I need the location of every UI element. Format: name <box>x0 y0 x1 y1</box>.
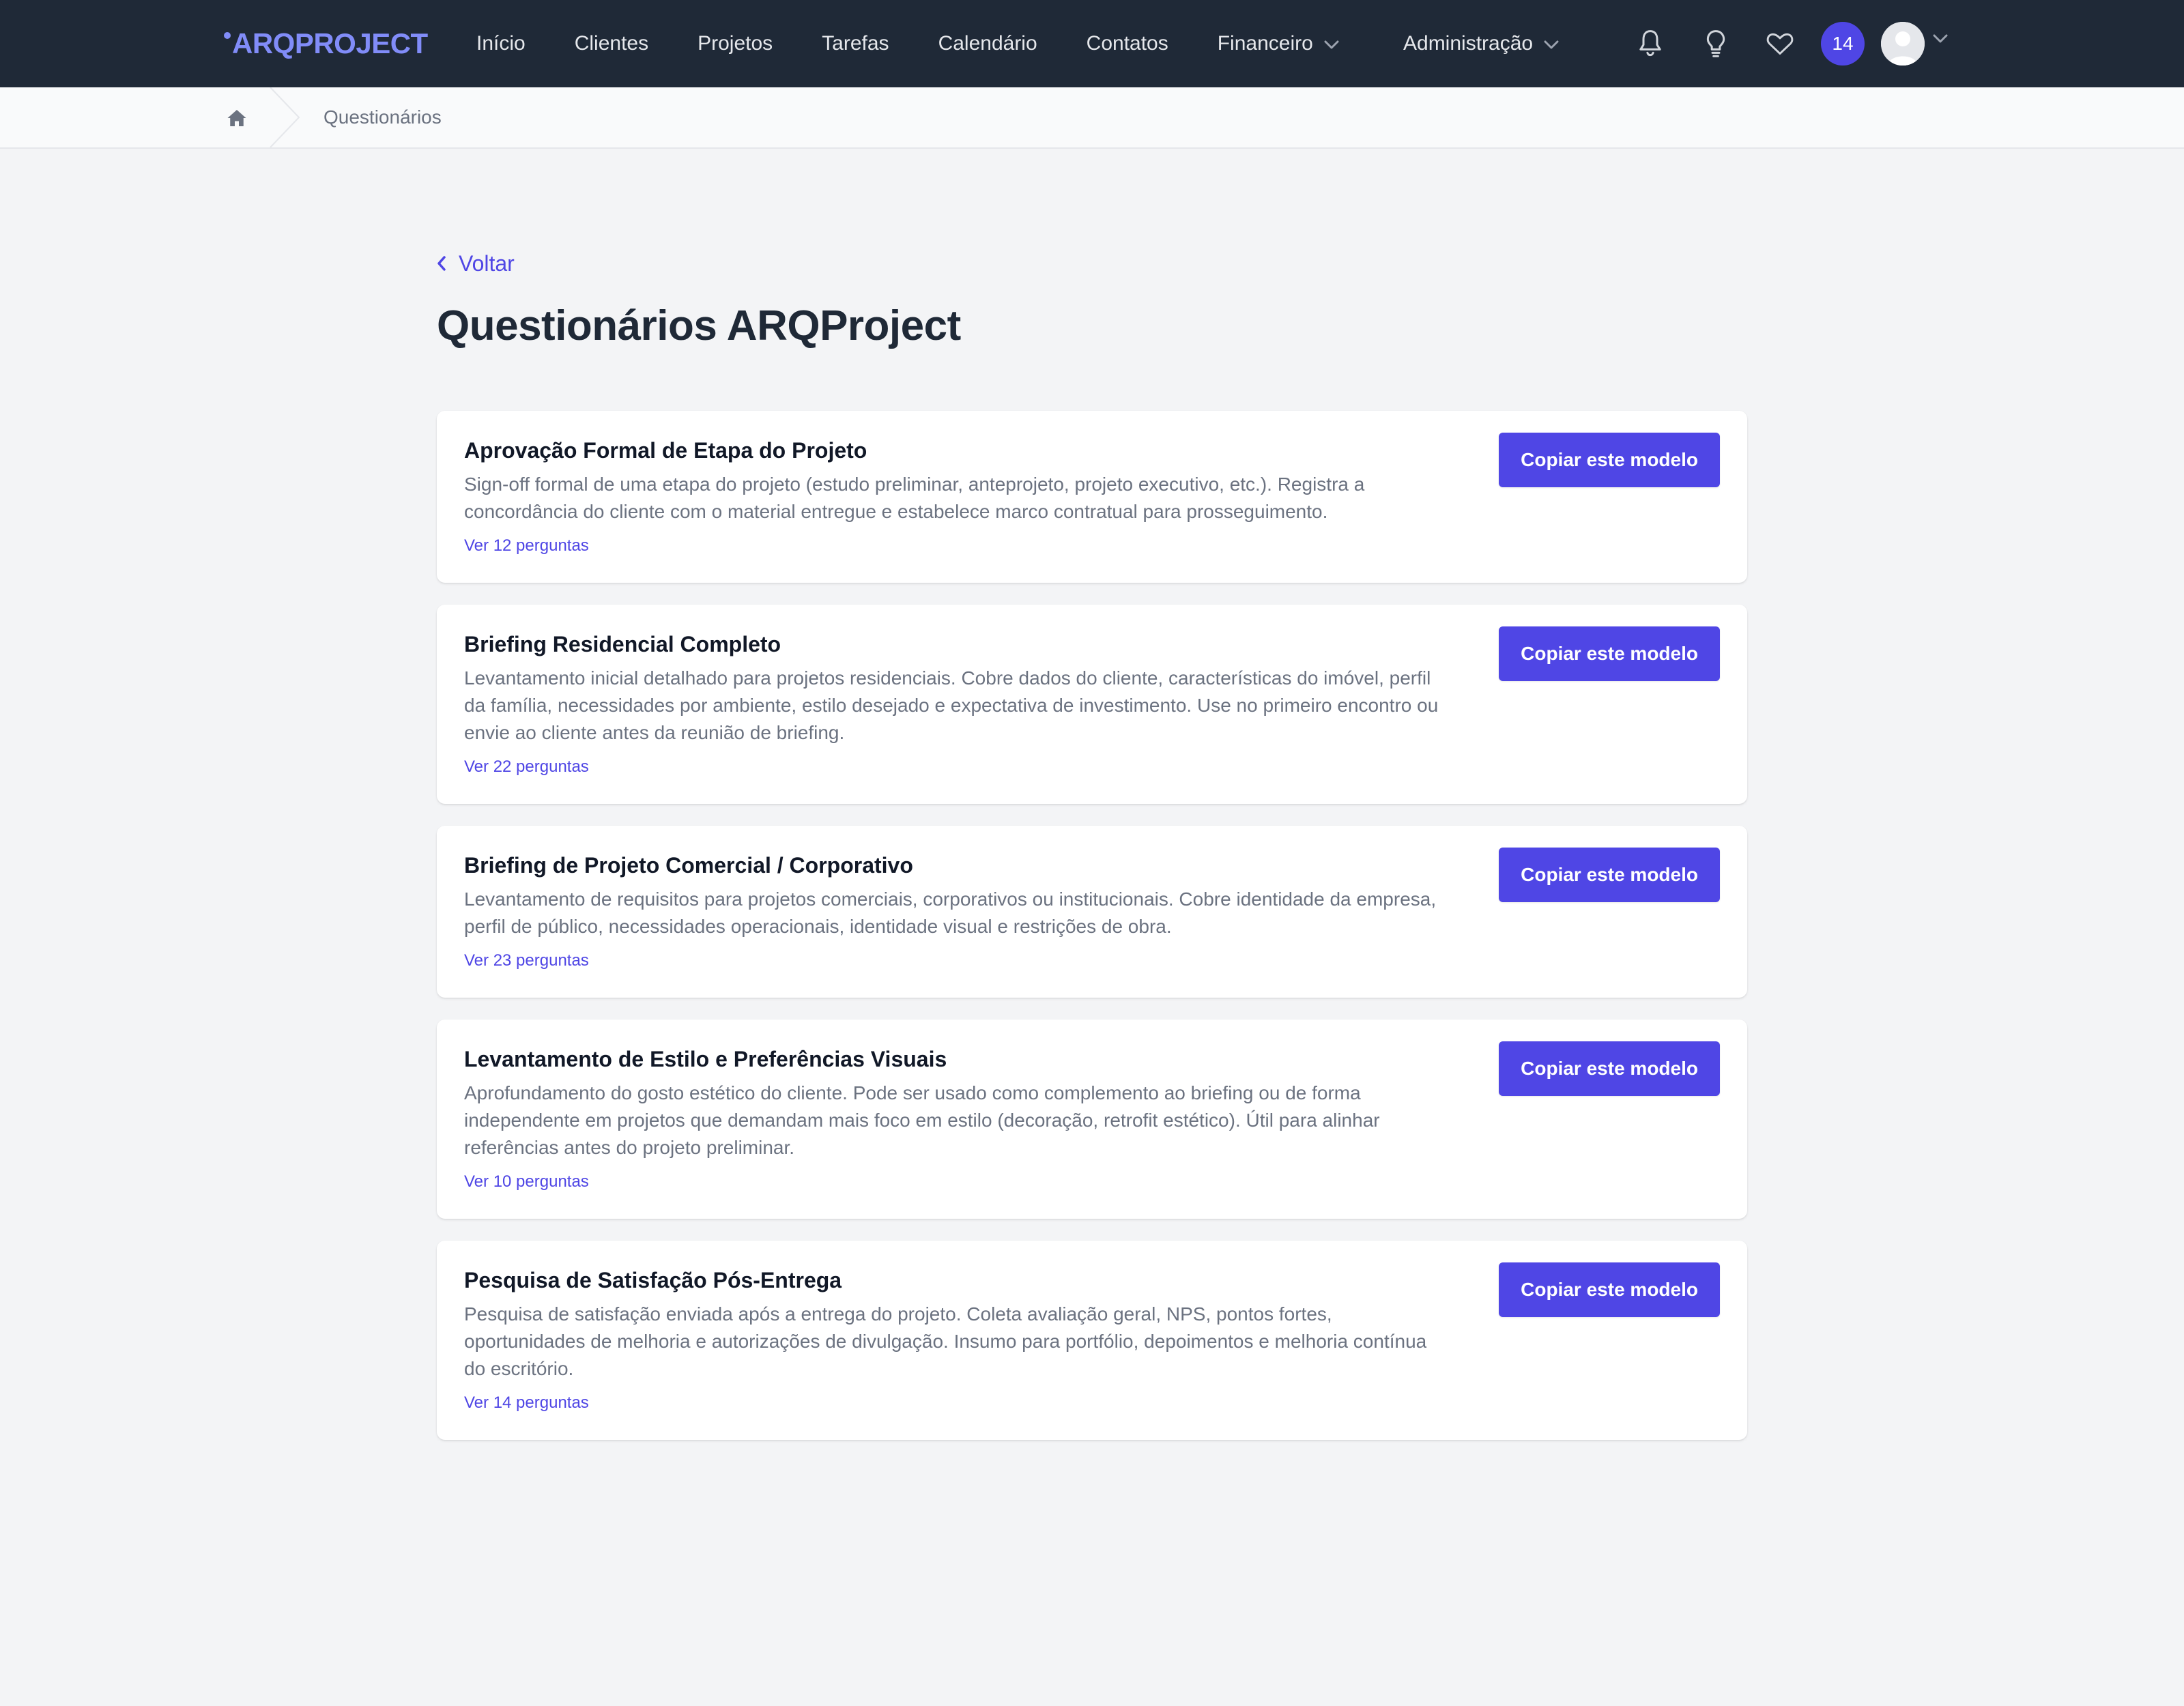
view-questions-link[interactable]: Ver 14 perguntas <box>464 1391 589 1415</box>
nav-item-financeiro-label: Financeiro <box>1217 32 1313 55</box>
notification-count-badge[interactable]: 14 <box>1821 22 1865 66</box>
breadcrumb-current[interactable]: Questionários <box>324 87 442 147</box>
card-title: Briefing Residencial Completo <box>464 632 781 656</box>
chevron-down-icon <box>1324 32 1339 55</box>
copy-template-button[interactable]: Copiar este modelo <box>1499 433 1720 487</box>
nav-item-inicio[interactable]: Início <box>452 0 550 87</box>
breadcrumb: Questionários <box>0 87 2184 149</box>
questionnaire-card: Levantamento de Estilo e Preferências Vi… <box>437 1020 1747 1219</box>
card-description: Pesquisa de satisfação enviada após a en… <box>464 1303 1427 1379</box>
card-description: Sign-off formal de uma etapa do projeto … <box>464 474 1365 522</box>
chevron-left-icon <box>437 256 446 271</box>
card-description: Aprofundamento do gosto estético do clie… <box>464 1082 1380 1158</box>
questionnaire-card: Pesquisa de Satisfação Pós-Entrega Pesqu… <box>437 1241 1747 1440</box>
logo[interactable]: ARQPROJECT <box>224 25 428 63</box>
nav-item-calendario[interactable]: Calendário <box>914 0 1062 87</box>
nav-item-contatos[interactable]: Contatos <box>1062 0 1193 87</box>
questionnaire-card: Briefing Residencial Completo Levantamen… <box>437 605 1747 804</box>
questionnaire-card: Aprovação Formal de Etapa do Projeto Sig… <box>437 411 1747 583</box>
card-title: Aprovação Formal de Etapa do Projeto <box>464 438 867 463</box>
nav-item-projetos[interactable]: Projetos <box>673 0 797 87</box>
nav-item-clientes[interactable]: Clientes <box>550 0 673 87</box>
home-icon[interactable] <box>224 105 250 131</box>
logo-mark-icon <box>224 32 231 39</box>
nav-item-administracao-label: Administração <box>1403 32 1534 55</box>
card-title: Briefing de Projeto Comercial / Corporat… <box>464 853 913 878</box>
card-description: Levantamento de requisitos para projetos… <box>464 888 1437 937</box>
view-questions-link[interactable]: Ver 22 perguntas <box>464 755 589 779</box>
questionnaire-card: Briefing de Projeto Comercial / Corporat… <box>437 826 1747 998</box>
copy-template-button[interactable]: Copiar este modelo <box>1499 1041 1720 1096</box>
card-title: Levantamento de Estilo e Preferências Vi… <box>464 1047 947 1071</box>
logo-text: ARQPROJECT <box>232 27 428 59</box>
back-link-label: Voltar <box>459 250 515 276</box>
nav-item-financeiro[interactable]: Financeiro <box>1193 0 1364 87</box>
copy-template-button[interactable]: Copiar este modelo <box>1499 1262 1720 1317</box>
copy-template-button[interactable]: Copiar este modelo <box>1499 848 1720 902</box>
back-link[interactable]: Voltar <box>437 247 515 280</box>
nav-item-tarefas[interactable]: Tarefas <box>797 0 913 87</box>
view-questions-link[interactable]: Ver 10 perguntas <box>464 1170 589 1194</box>
top-navbar: ARQPROJECT Início Clientes Projetos Tare… <box>0 0 2184 87</box>
card-description: Levantamento inicial detalhado para proj… <box>464 667 1439 743</box>
chevron-down-icon <box>1544 32 1559 55</box>
lightbulb-icon[interactable] <box>1699 27 1732 60</box>
bell-icon[interactable] <box>1634 27 1667 60</box>
page-title: Questionários ARQProject <box>437 302 961 349</box>
view-questions-link[interactable]: Ver 12 perguntas <box>464 534 589 558</box>
main-nav: Início Clientes Projetos Tarefas Calendá… <box>452 0 1364 87</box>
nav-item-administracao[interactable]: Administração <box>1403 0 1559 87</box>
card-title: Pesquisa de Satisfação Pós-Entrega <box>464 1268 842 1292</box>
copy-template-button[interactable]: Copiar este modelo <box>1499 626 1720 681</box>
questionnaire-list: Aprovação Formal de Etapa do Projeto Sig… <box>437 411 1747 1462</box>
avatar[interactable] <box>1881 22 1925 66</box>
breadcrumb-separator <box>269 87 302 151</box>
heart-icon[interactable] <box>1764 27 1796 60</box>
user-menu-chevron-icon[interactable] <box>1933 34 1948 47</box>
view-questions-link[interactable]: Ver 23 perguntas <box>464 949 589 973</box>
